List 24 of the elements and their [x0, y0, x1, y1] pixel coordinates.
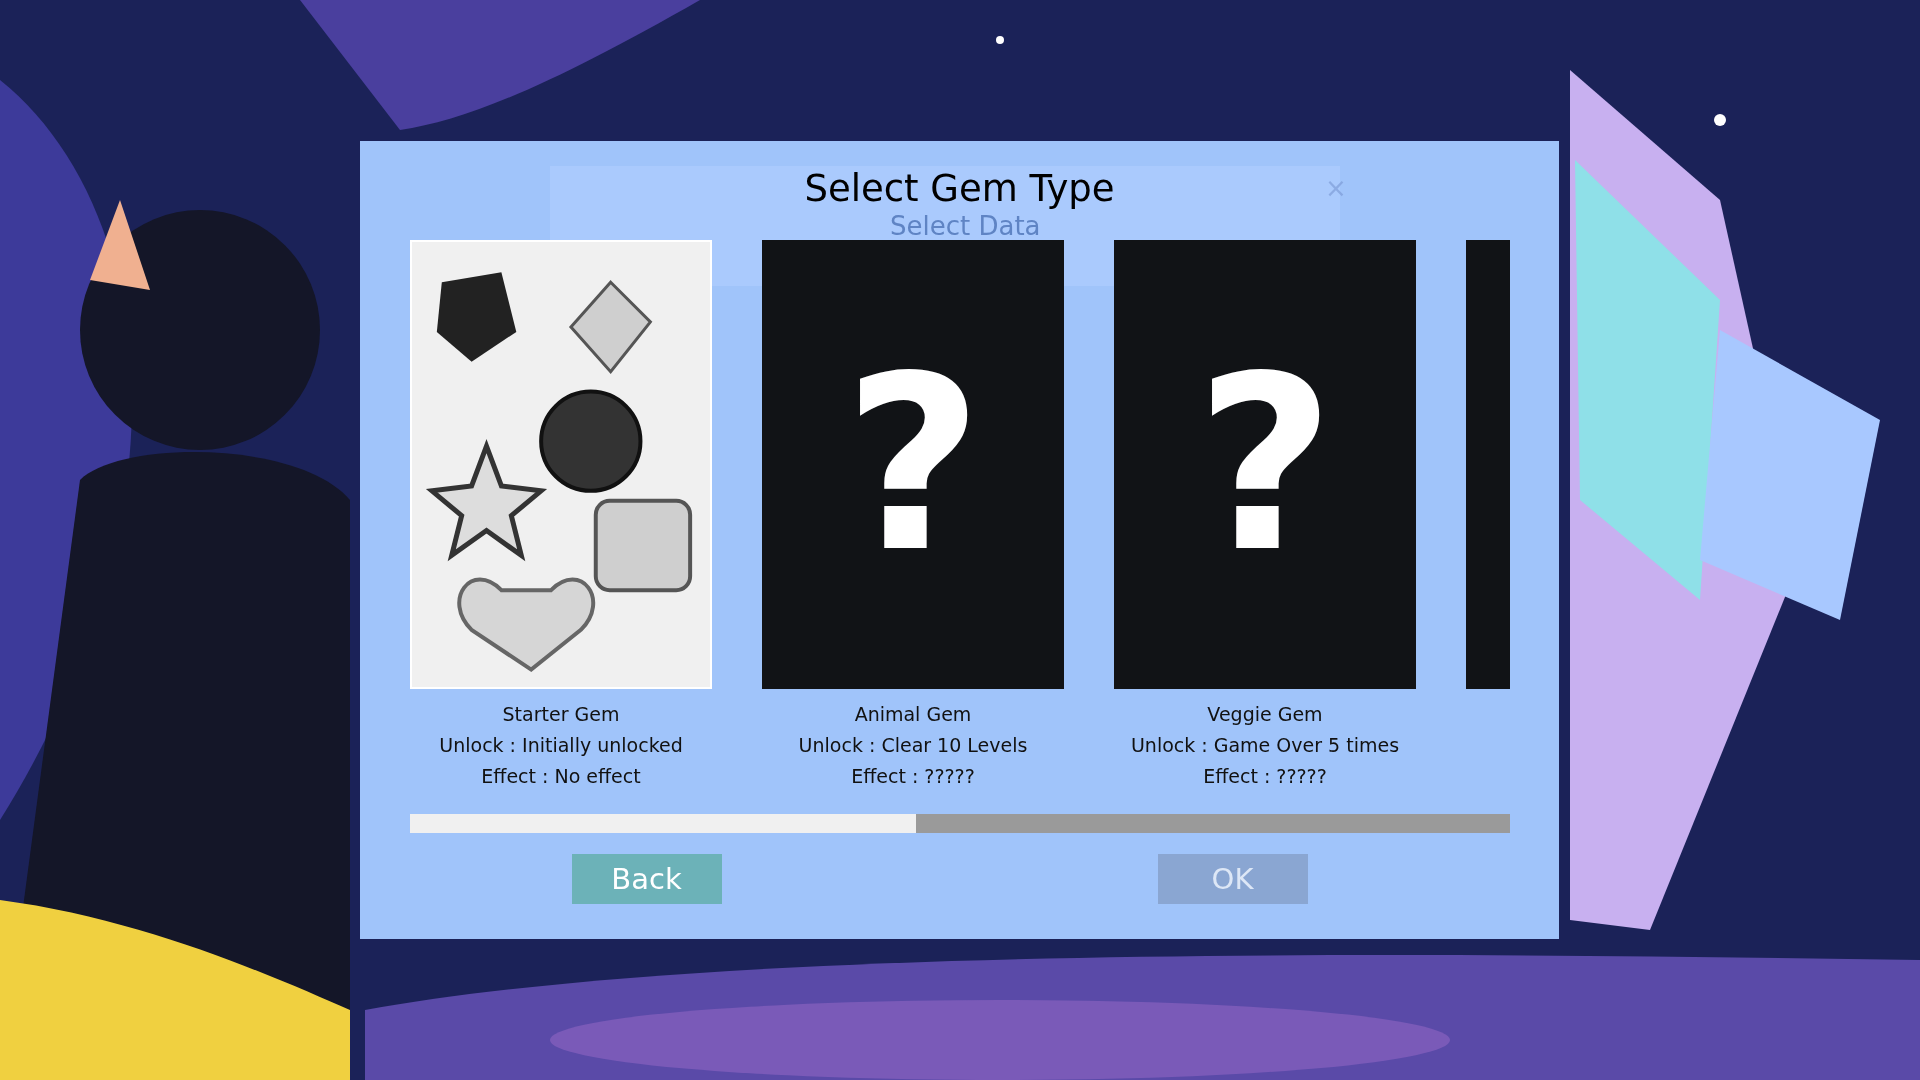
- effect-text: Effect : ?????: [1203, 764, 1327, 789]
- gem-name: Animal Gem: [854, 702, 972, 727]
- scrollbar-thumb[interactable]: [410, 814, 916, 833]
- round-gem-icon: [539, 389, 643, 493]
- gem-card[interactable]: ?: [762, 240, 1064, 689]
- gem-name: Veggie Gem: [1207, 702, 1323, 727]
- square-gem-icon: [593, 498, 693, 593]
- gem-card[interactable]: [410, 240, 712, 689]
- unlock-condition: Unlock : Initially unlocked: [439, 733, 683, 758]
- unlock-condition: Unlock : Clear 10 Levels: [798, 733, 1028, 758]
- gem-name: Starter Gem: [502, 702, 620, 727]
- dialog-title: Select Gem Type: [804, 169, 1115, 209]
- heart-gem-icon: [457, 577, 595, 672]
- gem-card[interactable]: ?: [1114, 240, 1416, 689]
- unlock-condition: Unlock : Game Over 5 times: [1130, 733, 1400, 758]
- diamond-gem-icon: [568, 280, 653, 374]
- star-gem-icon: [425, 439, 548, 562]
- close-icon: ×: [1325, 173, 1347, 203]
- background-dialog-title: Select Data: [890, 211, 1041, 241]
- effect-text: Effect : ?????: [851, 764, 975, 789]
- pentagon-gem-icon: [436, 272, 517, 362]
- effect-text: Effect : No effect: [481, 764, 641, 789]
- question-mark: ?: [1195, 344, 1335, 585]
- question-mark: ?: [843, 344, 983, 585]
